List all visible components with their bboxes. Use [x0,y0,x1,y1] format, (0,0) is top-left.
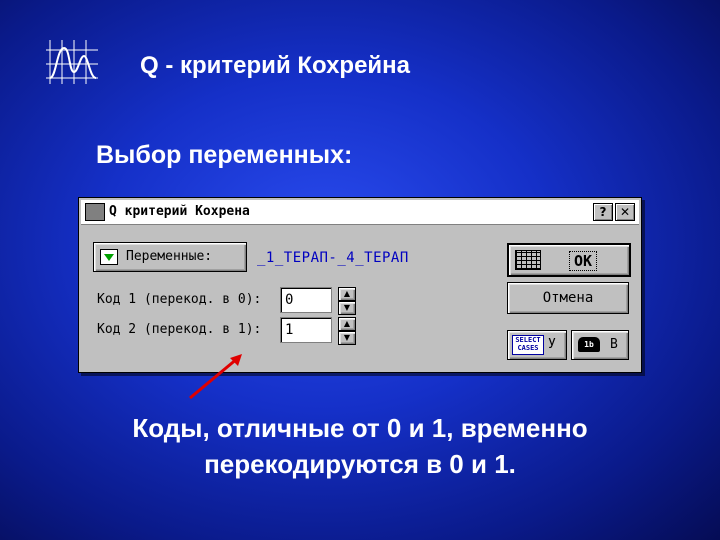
graph-logo-icon [46,40,98,84]
caption-line-1: Коды, отличные от 0 и 1, временно [132,413,588,443]
code1-label: Код 1 (перекод. в 0): [97,292,262,307]
select-cases-button[interactable]: SELECT CASES У [507,330,567,360]
code2-label: Код 2 (перекод. в 1): [97,322,262,337]
cochran-q-dialog: Q критерий Кохрена ? ✕ Переменные: _1_ТЕ… [78,197,642,373]
select-cases-key: У [548,337,556,352]
weight-key: В [610,337,618,352]
code2-spin-down-icon[interactable]: ▼ [338,331,356,345]
help-button[interactable]: ? [593,203,613,221]
app-icon[interactable] [85,203,105,221]
variables-button-label: Переменные: [126,249,213,264]
annotation-arrow [189,354,242,400]
weight-icon: 1b [578,337,600,352]
dialog-title: Q критерий Кохрена [109,204,250,219]
variables-button[interactable]: Переменные: [93,242,247,272]
ok-button-label: OK [569,251,598,271]
code1-spin-down-icon[interactable]: ▼ [338,301,356,315]
variables-value: _1_ТЕРАП-_4_ТЕРАП [257,250,409,266]
select-cases-icon: SELECT CASES [512,335,544,355]
slide-title: Q - критерий Кохрейна [140,52,411,79]
cancel-button[interactable]: Отмена [507,282,629,314]
slide-subtitle: Выбор переменных: [96,141,353,169]
weight-button[interactable]: 1b В [571,330,629,360]
close-button[interactable]: ✕ [615,203,635,221]
cancel-button-label: Отмена [542,290,594,306]
slide-caption: Коды, отличные от 0 и 1, временно переко… [0,410,720,482]
caption-line-2: перекодируются в 0 и 1. [204,449,516,479]
code2-spin-up-icon[interactable]: ▲ [338,317,356,331]
dialog-titlebar[interactable]: Q критерий Кохрена ? ✕ [81,200,639,225]
code1-input[interactable] [280,287,332,313]
variables-icon [100,249,118,265]
code1-spin-up-icon[interactable]: ▲ [338,287,356,301]
ok-button[interactable]: OK [507,243,631,277]
code2-input[interactable] [280,317,332,343]
spreadsheet-icon [515,250,541,270]
